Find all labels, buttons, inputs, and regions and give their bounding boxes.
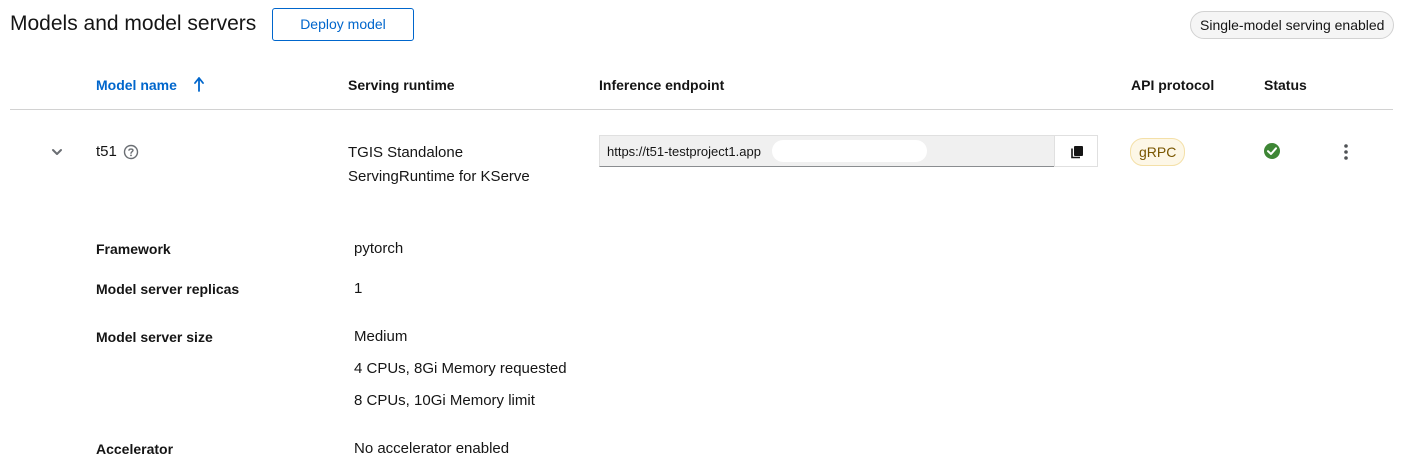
- column-header-model-name[interactable]: Model name: [96, 76, 177, 94]
- accelerator-label: Accelerator: [96, 441, 174, 457]
- serving-runtime-line1: TGIS Standalone: [348, 144, 464, 161]
- chevron-down-icon[interactable]: [48, 143, 66, 161]
- framework-value: pytorch: [354, 240, 404, 257]
- kebab-icon[interactable]: [1339, 142, 1353, 162]
- model-name: t51: [96, 143, 117, 160]
- deploy-model-button[interactable]: Deploy model: [272, 8, 414, 41]
- copy-icon: [1071, 146, 1083, 159]
- server-size-limit: 8 CPUs, 10Gi Memory limit: [354, 392, 535, 409]
- api-protocol-badge: gRPC: [1130, 138, 1186, 166]
- column-header-status: Status: [1264, 77, 1307, 93]
- column-header-inference-endpoint: Inference endpoint: [599, 77, 725, 93]
- serving-runtime-line2: ServingRuntime for KServe: [348, 168, 530, 185]
- check-circle-icon: [1263, 142, 1281, 160]
- server-size-label: Model server size: [96, 329, 213, 345]
- accelerator-value: No accelerator enabled: [354, 440, 510, 457]
- page-title: Models and model servers: [10, 12, 257, 35]
- serving-mode-badge: Single-model serving enabled: [1190, 11, 1395, 39]
- arrow-up-icon[interactable]: [192, 76, 206, 94]
- redaction-mask: [772, 140, 927, 162]
- server-size-value: Medium: [354, 328, 408, 345]
- header-divider: [10, 109, 1393, 110]
- inference-endpoint-value[interactable]: https://t51-testproject1.app: [607, 143, 761, 161]
- replicas-label: Model server replicas: [96, 281, 240, 297]
- column-header-serving-runtime[interactable]: Serving runtime: [348, 76, 455, 94]
- framework-label: Framework: [96, 241, 171, 257]
- serving-runtime: TGIS Standalone ServingRuntime for KServ…: [348, 141, 568, 189]
- question-circle-icon[interactable]: [122, 143, 140, 161]
- replicas-value: 1: [354, 280, 363, 297]
- copy-button[interactable]: [1054, 135, 1098, 167]
- server-size-requested: 4 CPUs, 8Gi Memory requested: [354, 360, 567, 377]
- column-header-api-protocol: API protocol: [1131, 77, 1215, 93]
